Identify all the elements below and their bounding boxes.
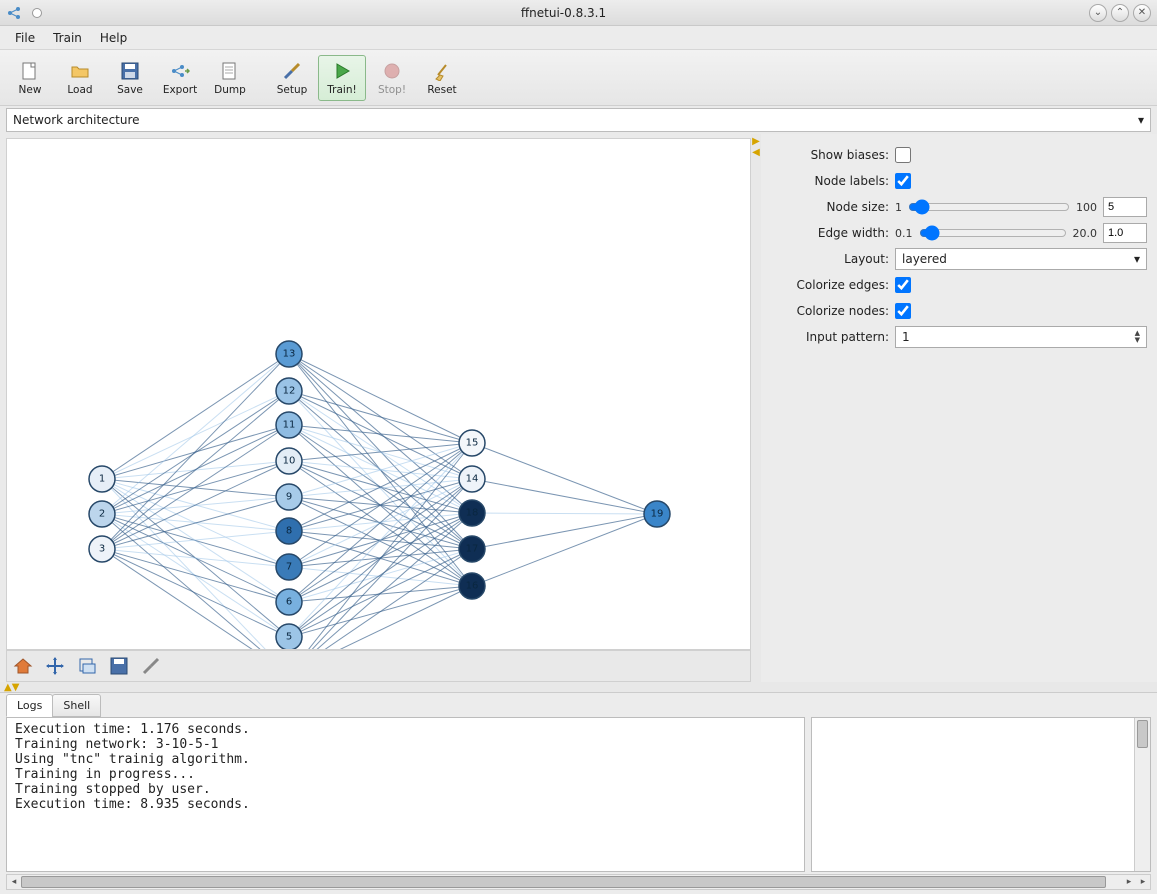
- edge-width-slider[interactable]: [919, 225, 1067, 241]
- save-button[interactable]: Save: [106, 55, 154, 101]
- setup-button[interactable]: Setup: [268, 55, 316, 101]
- show-biases-checkbox[interactable]: [895, 147, 911, 163]
- stop-button: Stop!: [368, 55, 416, 101]
- svg-text:14: 14: [466, 474, 479, 485]
- svg-text:13: 13: [283, 349, 296, 360]
- section-selector[interactable]: Network architecture ▾: [6, 108, 1151, 132]
- load-button[interactable]: Load: [56, 55, 104, 101]
- minimize-button[interactable]: ⌄: [1089, 4, 1107, 22]
- home-icon[interactable]: [13, 656, 33, 676]
- export-icon: [169, 60, 191, 82]
- bottom-panel: Logs Shell Execution time: 1.176 seconds…: [0, 692, 1157, 894]
- svg-text:10: 10: [283, 456, 296, 467]
- svg-text:9: 9: [286, 492, 292, 503]
- svg-text:3: 3: [99, 544, 105, 555]
- vertical-scrollbar[interactable]: [1134, 718, 1150, 871]
- node-size-value[interactable]: [1103, 197, 1147, 217]
- zoom-icon[interactable]: [77, 656, 97, 676]
- svg-text:18: 18: [466, 508, 479, 519]
- node-size-label: Node size:: [769, 200, 889, 214]
- svg-text:19: 19: [651, 509, 664, 520]
- reset-button[interactable]: Reset: [418, 55, 466, 101]
- save-figure-icon[interactable]: [109, 656, 129, 676]
- svg-text:2: 2: [99, 509, 105, 520]
- menu-file[interactable]: File: [6, 31, 44, 45]
- dump-icon: [219, 60, 241, 82]
- node-size-slider[interactable]: [908, 199, 1070, 215]
- input-pattern-label: Input pattern:: [769, 330, 889, 344]
- vertical-splitter[interactable]: ▶◀: [751, 134, 761, 682]
- toolbar: New Load Save Export Dump Setup Train! S…: [0, 50, 1157, 106]
- network-canvas[interactable]: 12313121110987654151418171619: [6, 138, 751, 650]
- tab-logs[interactable]: Logs: [6, 694, 53, 717]
- export-button[interactable]: Export: [156, 55, 204, 101]
- file-icon: [19, 60, 41, 82]
- svg-text:5: 5: [286, 632, 292, 643]
- layout-label: Layout:: [769, 252, 889, 266]
- scroll-right2-icon[interactable]: ▸: [1136, 875, 1150, 889]
- layout-combo[interactable]: layered▾: [895, 248, 1147, 270]
- horizontal-scrollbar[interactable]: ◂ ▸ ▸: [6, 874, 1151, 890]
- show-biases-label: Show biases:: [769, 148, 889, 162]
- broom-icon: [431, 60, 453, 82]
- colorize-edges-label: Colorize edges:: [769, 278, 889, 292]
- horizontal-splitter[interactable]: ▲▼: [0, 682, 1157, 692]
- plot-toolbar: [6, 650, 751, 682]
- scroll-right-icon[interactable]: ▸: [1122, 875, 1136, 889]
- node-labels-label: Node labels:: [769, 174, 889, 188]
- chevron-down-icon: ▾: [1138, 113, 1144, 127]
- spinner-arrows-icon: ▲▼: [1135, 330, 1140, 344]
- scroll-left-icon[interactable]: ◂: [7, 875, 21, 889]
- pan-icon[interactable]: [45, 656, 65, 676]
- bottom-tabs: Logs Shell: [0, 693, 1157, 717]
- svg-text:11: 11: [283, 420, 296, 431]
- status-dot: [32, 8, 42, 18]
- configure-icon[interactable]: [141, 656, 161, 676]
- input-pattern-spinner[interactable]: 1▲▼: [895, 326, 1147, 348]
- log-side-panel: [811, 717, 1151, 872]
- svg-text:16: 16: [466, 581, 479, 592]
- app-icon: [6, 5, 22, 21]
- menu-help[interactable]: Help: [91, 31, 136, 45]
- edge-width-value[interactable]: [1103, 223, 1147, 243]
- svg-text:6: 6: [286, 597, 292, 608]
- titlebar: ffnetui-0.8.3.1 ⌄ ⌃ ✕: [0, 0, 1157, 26]
- node-labels-checkbox[interactable]: [895, 173, 911, 189]
- section-label: Network architecture: [13, 113, 140, 127]
- svg-text:7: 7: [286, 562, 292, 573]
- svg-text:12: 12: [283, 386, 296, 397]
- colorize-nodes-label: Colorize nodes:: [769, 304, 889, 318]
- svg-text:17: 17: [466, 544, 479, 555]
- new-button[interactable]: New: [6, 55, 54, 101]
- tools-icon: [281, 60, 303, 82]
- colorize-nodes-checkbox[interactable]: [895, 303, 911, 319]
- close-button[interactable]: ✕: [1133, 4, 1151, 22]
- play-icon: [331, 60, 353, 82]
- maximize-button[interactable]: ⌃: [1111, 4, 1129, 22]
- dump-button[interactable]: Dump: [206, 55, 254, 101]
- train-button[interactable]: Train!: [318, 55, 366, 101]
- properties-panel: Show biases: Node labels: Node size:1100…: [761, 134, 1157, 682]
- menu-train[interactable]: Train: [44, 31, 91, 45]
- menubar: File Train Help: [0, 26, 1157, 50]
- folder-open-icon: [69, 60, 91, 82]
- chevron-down-icon: ▾: [1134, 252, 1140, 266]
- colorize-edges-checkbox[interactable]: [895, 277, 911, 293]
- svg-text:8: 8: [286, 526, 292, 537]
- stop-icon: [381, 60, 403, 82]
- floppy-icon: [119, 60, 141, 82]
- tab-shell[interactable]: Shell: [52, 694, 101, 717]
- window-title: ffnetui-0.8.3.1: [42, 6, 1085, 20]
- svg-text:1: 1: [99, 474, 105, 485]
- log-output[interactable]: Execution time: 1.176 seconds. Training …: [6, 717, 805, 872]
- svg-text:15: 15: [466, 438, 479, 449]
- edge-width-label: Edge width:: [769, 226, 889, 240]
